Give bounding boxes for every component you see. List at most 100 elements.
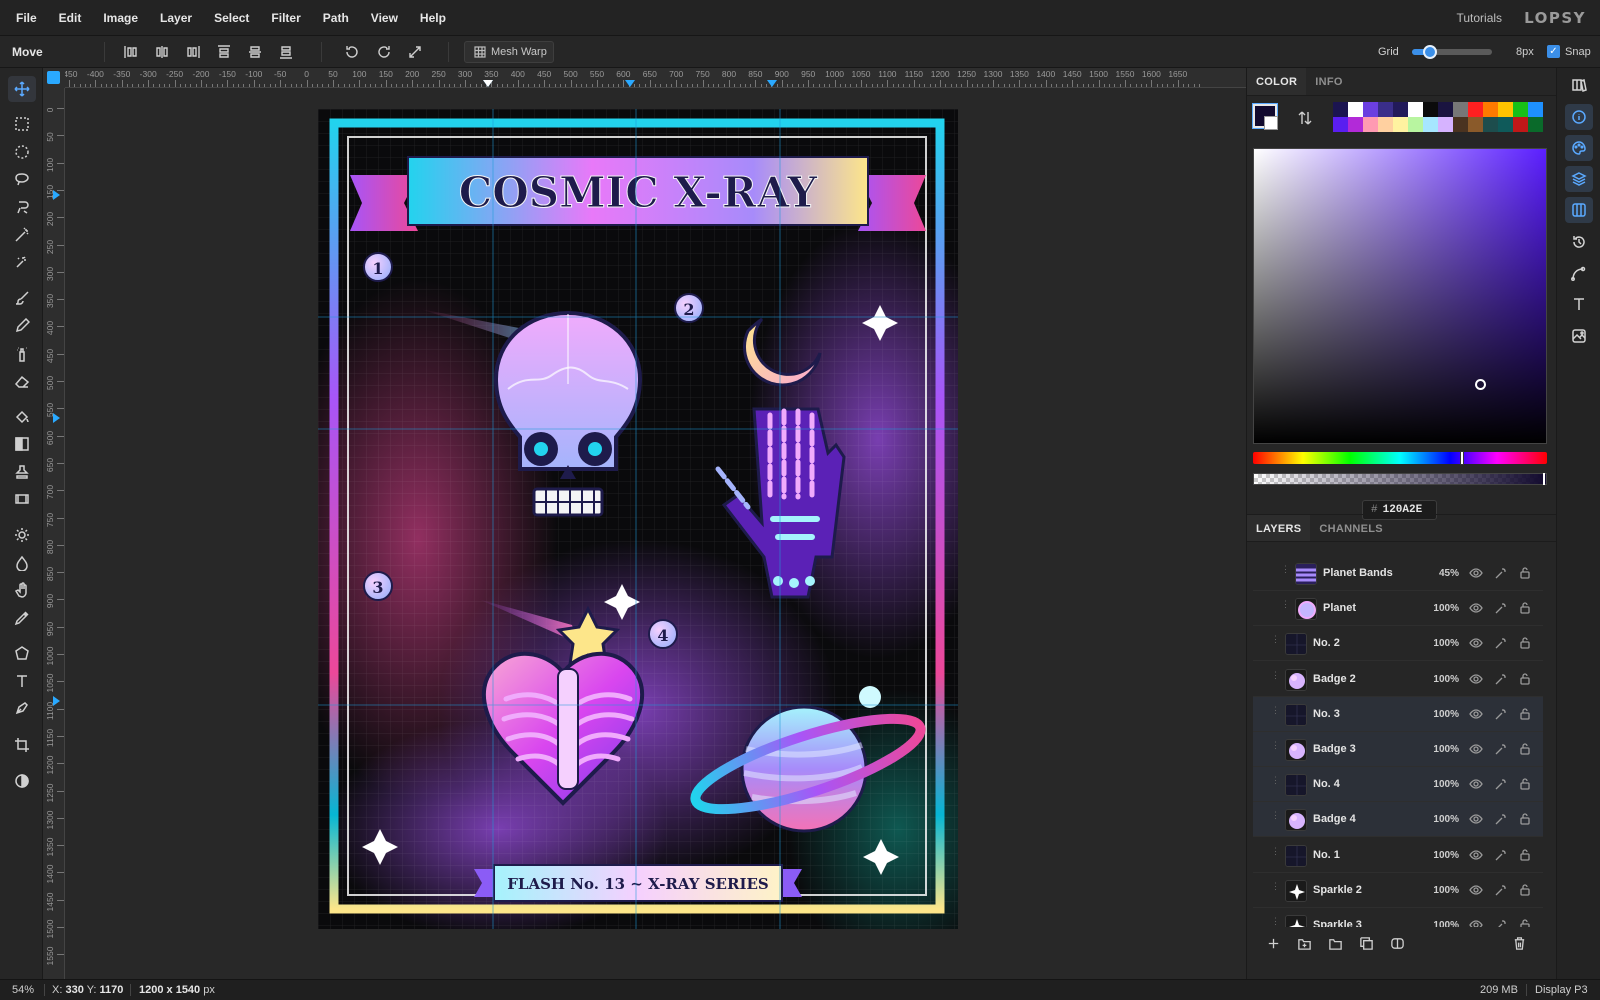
palette-swatch[interactable] [1513, 117, 1528, 132]
palette-swatch[interactable] [1483, 102, 1498, 117]
layer-opacity[interactable]: 100% [1427, 838, 1459, 873]
drag-handle-icon[interactable]: ⋮⋮ [1281, 600, 1300, 614]
crop-icon[interactable] [8, 732, 36, 758]
guide-marker[interactable] [625, 80, 635, 87]
move-tool-icon[interactable] [8, 76, 36, 102]
palette-swatch[interactable] [1528, 102, 1543, 117]
layer-effects-icon[interactable] [1494, 848, 1508, 862]
palette-swatch[interactable] [1333, 117, 1348, 132]
folder-icon[interactable] [1325, 933, 1345, 953]
fit-screen-icon[interactable] [405, 42, 425, 62]
layer-effects-icon[interactable] [1494, 566, 1508, 580]
snap-checkbox[interactable]: ✓ [1547, 45, 1560, 58]
drag-handle-icon[interactable]: ⋮⋮ [1271, 881, 1290, 896]
character-icon[interactable] [1565, 291, 1593, 317]
menu-filter[interactable]: Filter [260, 0, 311, 36]
guide-marker[interactable] [53, 413, 60, 423]
palette-swatch[interactable] [1513, 102, 1528, 117]
layer-row[interactable]: ⋮⋮ Planet Bands 45% [1253, 557, 1543, 591]
palette-swatch[interactable] [1438, 117, 1453, 132]
align-center-v-icon[interactable] [245, 42, 265, 62]
layer-name[interactable]: No. 2 [1313, 626, 1340, 661]
palette-swatch[interactable] [1528, 117, 1543, 132]
layer-effects-icon[interactable] [1494, 672, 1508, 686]
horizontal-ruler[interactable]: -450 -400 -350 -300 -250 -200 -150 -100 -50 0 50 10… [65, 68, 1246, 88]
layer-name[interactable]: No. 1 [1313, 838, 1340, 873]
layer-effects-icon[interactable] [1494, 777, 1508, 791]
align-bottom-icon[interactable] [276, 42, 296, 62]
pencil-icon[interactable] [8, 313, 36, 339]
layer-row[interactable]: ⋮⋮ No. 2 100% [1253, 626, 1543, 662]
layer-opacity[interactable]: 45% [1427, 557, 1459, 591]
layer-effects-icon[interactable] [1494, 812, 1508, 826]
polygon-icon[interactable] [8, 640, 36, 666]
layer-row[interactable]: ⋮⋮ No. 3 100% [1253, 696, 1543, 732]
eye-icon[interactable] [1469, 812, 1483, 826]
palette-swatch[interactable] [1498, 117, 1513, 132]
alpha-slider[interactable] [1253, 473, 1547, 485]
eye-icon[interactable] [1469, 601, 1483, 615]
dodge-icon[interactable] [8, 522, 36, 548]
palette-swatch[interactable] [1453, 117, 1468, 132]
palette-swatch[interactable] [1468, 117, 1483, 132]
magic-wand-icon[interactable] [8, 222, 36, 248]
layer-opacity[interactable]: 100% [1427, 767, 1459, 802]
drag-handle-icon[interactable]: ⋮⋮ [1271, 670, 1290, 685]
palette-swatch[interactable] [1408, 117, 1423, 132]
layer-name[interactable]: Sparkle 2 [1313, 873, 1362, 908]
layer-row[interactable]: ⋮⋮ Badge 4 100% [1253, 802, 1543, 838]
delete-layer-icon[interactable] [1509, 933, 1529, 953]
menu-edit[interactable]: Edit [48, 0, 93, 36]
palette-swatch[interactable] [1393, 117, 1408, 132]
layer-name[interactable]: No. 3 [1313, 697, 1340, 732]
hue-slider[interactable] [1253, 451, 1547, 465]
layer-opacity[interactable]: 100% [1427, 591, 1459, 626]
align-left-icon[interactable] [121, 42, 141, 62]
layer-row[interactable]: ⋮⋮ Badge 2 100% [1253, 662, 1543, 697]
quick-select-icon[interactable] [8, 249, 36, 275]
eye-icon[interactable] [1469, 566, 1483, 580]
eye-icon[interactable] [1469, 883, 1483, 897]
layer-name[interactable]: Badge 4 [1313, 802, 1356, 837]
eraser-icon[interactable] [8, 368, 36, 394]
hue-slider-marker[interactable] [1459, 451, 1464, 465]
palette-swatch[interactable] [1333, 102, 1348, 117]
spray-icon[interactable] [8, 341, 36, 367]
menu-help[interactable]: Help [409, 0, 457, 36]
tab-color[interactable]: COLOR [1247, 68, 1307, 95]
layer-effects-icon[interactable] [1494, 601, 1508, 615]
mesh-warp-button[interactable]: Mesh Warp [464, 41, 554, 63]
lock-icon[interactable] [1518, 812, 1532, 826]
layer-effects-icon[interactable] [1494, 707, 1508, 721]
lock-icon[interactable] [1518, 636, 1532, 650]
menu-path[interactable]: Path [312, 0, 360, 36]
rotate-right-icon[interactable] [374, 42, 394, 62]
library-icon[interactable] [1565, 72, 1593, 98]
palette-swatch[interactable] [1408, 102, 1423, 117]
columns-icon[interactable] [1565, 197, 1593, 223]
lock-icon[interactable] [1518, 672, 1532, 686]
drag-handle-icon[interactable]: ⋮⋮ [1271, 741, 1290, 755]
layer-row[interactable]: ⋮⋮ Sparkle 2 100% [1253, 873, 1543, 908]
magnetic-lasso-icon[interactable] [8, 194, 36, 220]
lasso-icon[interactable] [8, 166, 36, 192]
new-group-icon[interactable] [1294, 933, 1314, 953]
brush-icon[interactable] [8, 285, 36, 311]
layer-opacity[interactable]: 100% [1427, 697, 1459, 732]
eye-icon[interactable] [1469, 707, 1483, 721]
tab-channels[interactable]: CHANNELS [1310, 515, 1392, 541]
burn-icon[interactable] [8, 550, 36, 576]
layer-opacity[interactable]: 100% [1427, 802, 1459, 837]
grid-slider[interactable] [1412, 45, 1492, 59]
guide-marker[interactable] [53, 190, 60, 200]
eye-icon[interactable] [1469, 672, 1483, 686]
palette-swatch[interactable] [1423, 117, 1438, 132]
lock-icon[interactable] [1518, 566, 1532, 580]
contrast-icon[interactable] [8, 768, 36, 794]
palette-swatch[interactable] [1363, 102, 1378, 117]
lock-icon[interactable] [1518, 777, 1532, 791]
drag-handle-icon[interactable]: ⋮⋮ [1271, 846, 1290, 861]
new-layer-icon[interactable] [1263, 933, 1283, 953]
palette-swatch[interactable] [1363, 117, 1378, 132]
color-picker-field[interactable] [1253, 148, 1547, 444]
